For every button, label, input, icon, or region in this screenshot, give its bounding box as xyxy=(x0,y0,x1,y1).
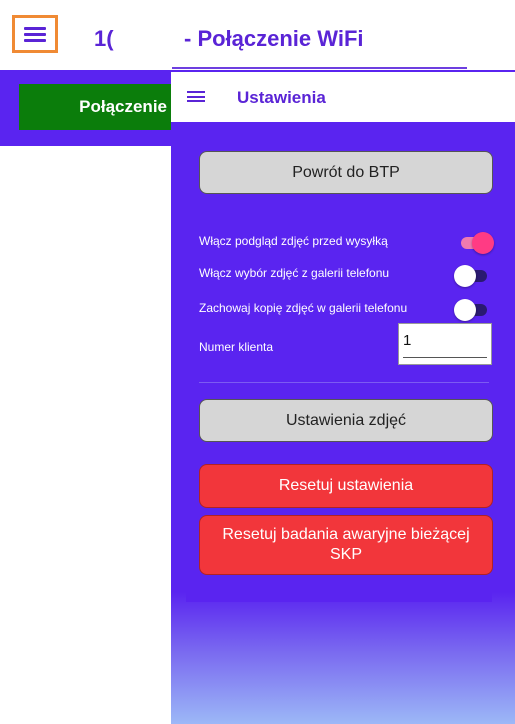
menu-button[interactable] xyxy=(12,15,58,53)
client-number-value: 1 xyxy=(403,332,412,349)
setting-label-preview: Włącz podgląd zdjęć przed wysyłką xyxy=(199,234,388,248)
setting-label-gallery-select: Włącz wybór zdjęć z galerii telefonu xyxy=(199,266,390,280)
app-screen: 1( - Połączenie WiFi Połączenie Ustawien… xyxy=(0,0,515,724)
app-title-prefix: 1( xyxy=(94,26,114,51)
toggle-knob xyxy=(454,299,476,321)
toggle-knob xyxy=(454,265,476,287)
input-underline xyxy=(403,357,487,358)
connect-button[interactable]: Połączenie xyxy=(19,84,179,130)
reset-emergency-tests-button[interactable]: Resetuj badania awaryjne bieżącej SKP xyxy=(199,515,493,575)
drawer-header: Ustawienia xyxy=(171,72,515,122)
photo-settings-button[interactable]: Ustawienia zdjęć xyxy=(199,399,493,442)
drawer-title: Ustawienia xyxy=(237,88,326,107)
app-title: - Połączenie WiFi xyxy=(184,26,364,51)
setting-label-keep-copy: Zachowaj kopię zdjęć w galerii telefonu xyxy=(199,301,408,315)
toggle-knob xyxy=(472,232,494,254)
client-number-input[interactable]: 1 xyxy=(398,323,492,365)
app-header: 1( - Połączenie WiFi xyxy=(0,0,515,72)
client-number-label: Numer klienta xyxy=(199,340,274,354)
settings-drawer: Ustawienia Powrót do BTP Włącz podgląd z… xyxy=(171,72,515,724)
drawer-menu-icon[interactable] xyxy=(187,91,205,102)
keep-copy-toggle[interactable] xyxy=(454,299,487,321)
title-underline xyxy=(172,67,467,69)
back-to-btp-button[interactable]: Powrót do BTP xyxy=(199,151,493,194)
reset-settings-button[interactable]: Resetuj ustawienia xyxy=(199,464,493,508)
preview-toggle[interactable] xyxy=(461,232,494,254)
hamburger-menu-icon xyxy=(24,26,46,42)
section-divider xyxy=(199,382,489,383)
gallery-select-toggle[interactable] xyxy=(454,265,487,287)
